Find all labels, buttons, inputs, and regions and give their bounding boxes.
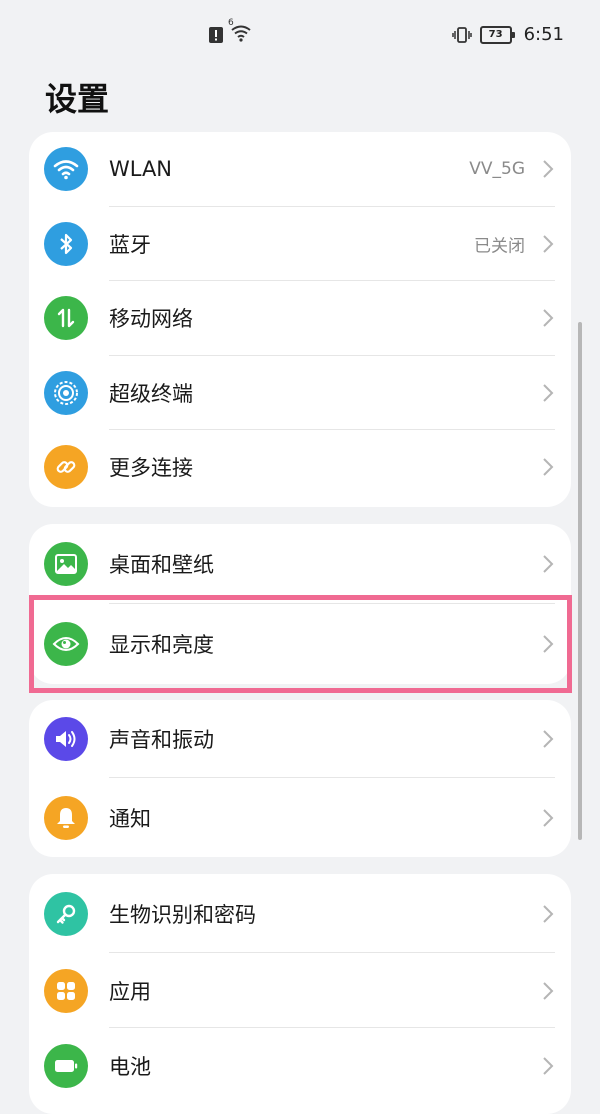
chevron-right-icon: [543, 384, 554, 402]
wifi-icon: [53, 160, 79, 180]
settings-item-notifications[interactable]: 通知: [29, 778, 571, 857]
scrollbar[interactable]: [578, 322, 582, 840]
bell-icon: [57, 807, 75, 828]
settings-item-apps[interactable]: 应用: [29, 953, 571, 1028]
settings-group-connectivity: WLAN VV_5G 蓝牙 已关闭 移动网络 超级终端 更多连接: [29, 132, 571, 507]
settings-item-wallpaper[interactable]: 桌面和壁纸: [29, 524, 571, 604]
settings-item-label: 声音和振动: [109, 728, 214, 752]
settings-item-label: 蓝牙: [109, 232, 151, 257]
settings-group-sound: 声音和振动 通知: [29, 700, 571, 857]
battery-icon: 73: [479, 25, 515, 44]
sound-icon: [56, 731, 76, 747]
link-icon: [56, 461, 76, 474]
super-device-icon: [54, 380, 78, 405]
settings-item-mobile-network[interactable]: 移动网络: [29, 281, 571, 356]
settings-item-label: 电池: [109, 1054, 151, 1079]
highlight-box: [29, 595, 572, 693]
settings-item-sound-vibration[interactable]: 声音和振动: [29, 700, 571, 778]
status-bar: 6 73 6:51: [0, 0, 600, 70]
battery-icon: [55, 1059, 78, 1072]
chevron-right-icon: [543, 730, 554, 748]
chevron-right-icon: [543, 1056, 554, 1075]
settings-item-label: 应用: [109, 979, 151, 1004]
alert-icon: [209, 27, 223, 43]
settings-item-bluetooth[interactable]: 蓝牙 已关闭: [29, 207, 571, 281]
chevron-right-icon: [543, 808, 554, 827]
settings-item-super-device[interactable]: 超级终端: [29, 356, 571, 430]
chevron-right-icon: [543, 309, 554, 327]
wallpaper-icon: [55, 554, 77, 574]
chevron-right-icon: [543, 904, 554, 923]
settings-item-wlan[interactable]: WLAN VV_5G: [29, 132, 571, 207]
chevron-right-icon: [543, 235, 554, 253]
settings-item-label: WLAN: [109, 157, 173, 182]
mobile-data-icon: [57, 309, 75, 328]
settings-item-value: VV_5G: [469, 159, 525, 180]
key-icon: [56, 904, 76, 924]
chevron-right-icon: [543, 160, 554, 178]
vibrate-icon: [451, 26, 472, 43]
settings-item-label: 通知: [109, 806, 151, 831]
settings-group-security: 生物识别和密码 应用 电池: [29, 874, 571, 1114]
page-title: 设置: [45, 80, 110, 118]
apps-icon: [57, 981, 75, 1000]
settings-item-label: 更多连接: [109, 456, 193, 481]
settings-item-biometrics-password[interactable]: 生物识别和密码: [29, 874, 571, 953]
settings-item-more-connections[interactable]: 更多连接: [29, 430, 571, 505]
chevron-right-icon: [543, 981, 554, 1000]
bluetooth-icon: [60, 233, 73, 254]
settings-item-label: 超级终端: [109, 381, 193, 406]
settings-item-value: 已关闭: [474, 236, 525, 257]
clock: 6:51: [523, 24, 564, 45]
network-badge: 6: [228, 18, 234, 28]
chevron-right-icon: [543, 458, 554, 476]
chevron-right-icon: [543, 555, 554, 573]
settings-item-label: 生物识别和密码: [109, 902, 256, 927]
settings-item-label: 桌面和壁纸: [109, 553, 214, 577]
settings-item-label: 移动网络: [109, 307, 193, 332]
settings-item-battery[interactable]: 电池: [29, 1028, 571, 1103]
